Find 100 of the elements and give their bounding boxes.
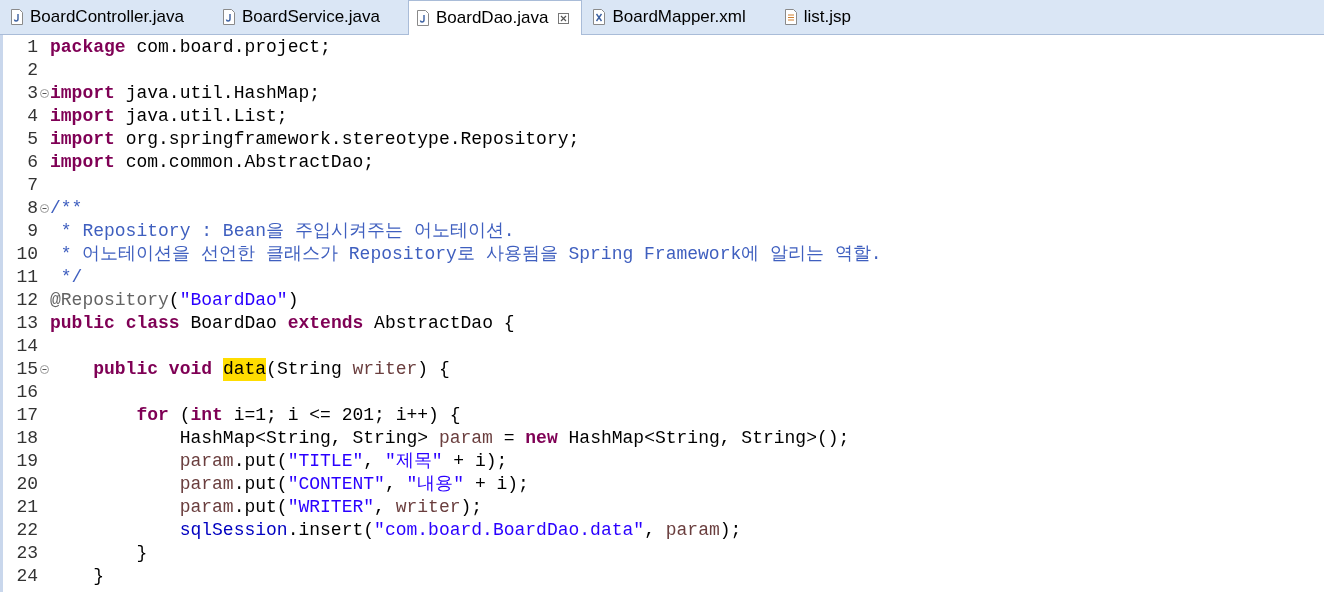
keyword: extends [287,312,364,335]
keyword: class [125,312,180,335]
line-number: 5 [26,128,38,151]
editor-tab[interactable]: BoardMapper.xml [582,0,774,34]
variable-name: param [179,496,234,519]
variable-name: param [179,473,234,496]
collapse-icon[interactable] [39,89,49,98]
code-text: HashMap<String, String>(); [568,427,850,450]
string-literal: "제목" [384,450,443,473]
variable-name: param [665,519,720,542]
collapse-icon[interactable] [39,365,49,374]
code-text: java.util.List; [125,105,288,128]
line-number: 6 [26,151,38,174]
annotation: @Repository [50,289,169,312]
code-text: .insert( [287,519,375,542]
highlighted-word: data [222,358,267,381]
code-text: .put( [233,473,288,496]
code-text: = [503,427,516,450]
line-number: 17 [15,404,38,427]
string-literal: "내용" [406,473,465,496]
line-number: 3 [26,82,38,105]
line-number: 10 [15,243,38,266]
editor-tab[interactable]: BoardController.java [0,0,213,34]
keyword: void [168,358,213,381]
code-text: , [384,473,397,496]
keyword: public [50,312,115,335]
code-text: ); [460,496,483,519]
string-literal: "WRITER" [287,496,375,519]
string-literal: "com.board.BoardDao.data" [374,519,645,542]
keyword: int [190,404,223,427]
line-number: 8 [26,197,38,220]
code-text: + i); [453,450,508,473]
line-number: 23 [15,542,38,565]
editor-tab[interactable]: list.jsp [773,0,879,34]
line-number: 13 [15,312,38,335]
code-text: com.common.AbstractDao; [125,151,375,174]
line-number: 1 [26,36,38,59]
line-number: 12 [15,289,38,312]
string-literal: "CONTENT" [287,473,385,496]
line-number: 15 [15,358,38,381]
comment-text: * 어노테이션을 선언한 클래스가 Repository로 사용됨을 Spring Framework에 알리는 역할. [60,243,882,266]
line-number: 7 [26,174,38,197]
line-number: 19 [15,450,38,473]
code-text: ) [287,289,299,312]
string-literal: "TITLE" [287,450,364,473]
collapse-icon[interactable] [39,204,49,213]
line-number: 11 [15,266,38,289]
code-text: } [136,542,148,565]
line-number: 4 [26,105,38,128]
file-icon [222,9,237,25]
keyword: for [136,404,169,427]
code-text: ( [179,404,191,427]
field-name: sqlSession [179,519,288,542]
keyword: import [50,128,115,151]
code-text: ( [168,289,180,312]
file-icon [416,10,430,26]
line-number: 22 [15,519,38,542]
line-number: 24 [15,565,38,588]
line-number: 9 [26,220,38,243]
code-text: , [374,496,386,519]
variable-name: param [438,427,493,450]
line-number: 20 [15,473,38,496]
comment-text: */ [60,266,83,289]
editor-tab[interactable]: BoardService.java [212,0,408,34]
string-literal: "BoardDao" [179,289,288,312]
code-text: , [363,450,376,473]
variable-name: param [179,450,234,473]
keyword: import [50,105,115,128]
code-text: .put( [233,450,288,473]
line-number: 2 [26,59,38,82]
code-text: HashMap<String, String> [179,427,430,450]
code-text: , [644,519,656,542]
file-icon [783,9,798,25]
code-text: } [93,565,105,588]
comment-text: * Repository : Bean을 주입시켜주는 어노테이션. [60,220,515,243]
file-icon [592,9,607,25]
keyword: import [50,151,115,174]
keyword: new [525,427,558,450]
code-text: BoardDao [190,312,278,335]
variable-name: writer [395,496,461,519]
keyword: import [50,82,115,105]
editor-tab[interactable]: BoardDao.java [408,0,583,35]
comment-text: /** [50,197,83,220]
code-text: (String [266,358,343,381]
close-icon[interactable] [558,12,570,24]
code-text: com.board.project; [136,36,331,59]
keyword: package [50,36,126,59]
file-icon [10,9,24,25]
variable-name: writer [352,358,418,381]
line-number: 21 [15,496,38,519]
code-text: AbstractDao { [374,312,515,335]
line-number: 16 [15,381,38,404]
code-text: ); [719,519,742,542]
code-text: org.springframework.stereotype.Repository; [125,128,580,151]
code-text: ) { [417,358,450,381]
line-number: 18 [15,427,38,450]
code-text: i=1; i <= 201; i++) { [233,404,461,427]
line-number: 14 [15,335,38,358]
code-text: .put( [233,496,288,519]
code-text: + i); [474,473,529,496]
